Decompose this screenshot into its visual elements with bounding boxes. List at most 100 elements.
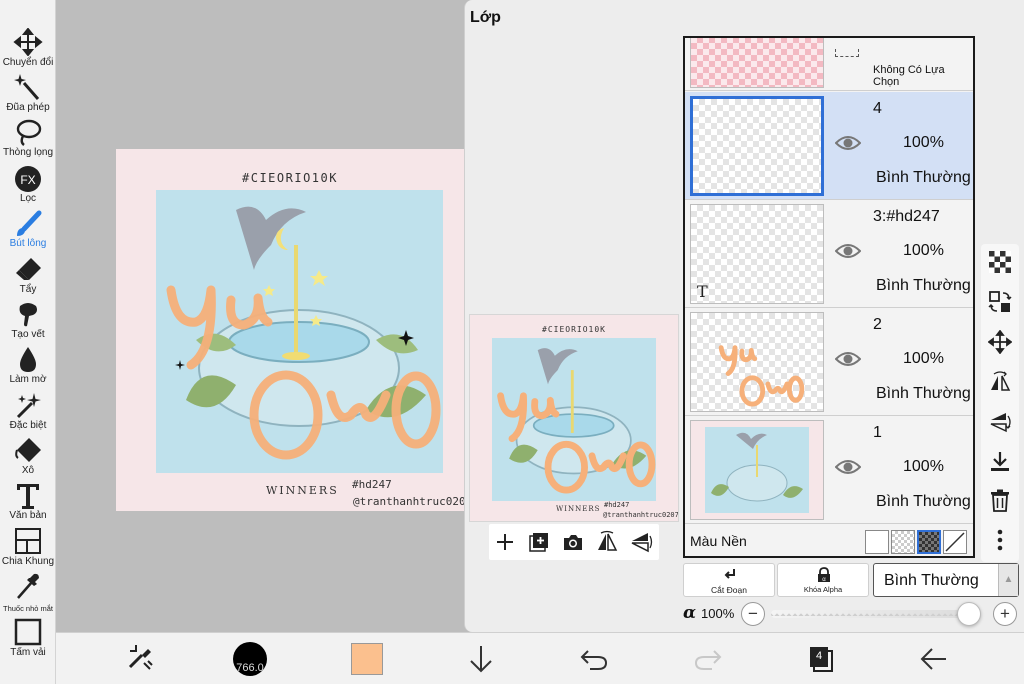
layer-blend-mode: Bình Thường [876, 385, 971, 402]
tool-label: Đũa phép [6, 102, 50, 113]
tool-frame-divider[interactable]: Chia Khung [0, 525, 56, 570]
preview-hashtag: #CIEORIO10K [542, 325, 606, 334]
layer-opacity: 100% [903, 242, 944, 259]
background-label: Màu Nền [690, 533, 747, 549]
layer-thumbnail [690, 38, 824, 88]
drawing-canvas[interactable]: #CIEORIO10K WINNERS #hd247 @tranthanhtru… [56, 0, 464, 632]
tool-smudge[interactable]: Tạo vết [0, 298, 56, 343]
clipping-button[interactable]: Cắt Đoạn [683, 563, 775, 597]
selection-status: Không Có Lựa Chọn [873, 64, 945, 88]
arrow-down-icon[interactable] [463, 641, 499, 677]
move-layer-icon[interactable] [988, 330, 1012, 354]
transform-select-icon[interactable] [122, 641, 158, 677]
opacity-minus-button[interactable]: − [741, 602, 765, 626]
layer-opacity: 100% [903, 134, 944, 151]
artwork-image: #CIEORIO10K WINNERS #hd247 @tranthanhtru… [116, 149, 464, 511]
eye-visibility-icon[interactable] [835, 350, 861, 368]
layer-thumbnail [690, 312, 824, 412]
alpha-lock-button[interactable]: α Khóa Alpha [777, 563, 869, 597]
tool-canvas[interactable]: Tấm vải [0, 616, 56, 661]
layer-count: 4 [815, 650, 823, 662]
tool-bucket[interactable]: Xô [0, 434, 56, 479]
tool-brush[interactable]: Bút lông [0, 207, 56, 252]
brush-size-button[interactable]: 766.0 [232, 641, 268, 677]
fx-filter-icon: FX [15, 166, 41, 192]
flip-layer-horizontal-icon[interactable] [988, 370, 1012, 394]
tool-transform[interactable]: Chuyển đổi [0, 26, 56, 71]
preview-graphic [497, 348, 656, 494]
tool-label: Chia Khung [1, 556, 55, 567]
layer-row-1[interactable]: 1 100% Bình Thường [685, 416, 973, 524]
opacity-slider-knob[interactable] [957, 602, 981, 626]
layer-preview: #CIEORIO10K WINNERS #hd247 @tranthanhtru… [469, 314, 679, 522]
magic-wand-icon [14, 74, 40, 100]
smudge-icon [19, 303, 37, 327]
bg-dark-checker-swatch[interactable] [917, 530, 941, 554]
slash-icon [945, 532, 965, 552]
tool-label: Thòng lọng [2, 147, 54, 158]
layer-row-2[interactable]: 2 100% Bình Thường [685, 308, 973, 416]
blend-mode-value: Bình Thường [884, 572, 979, 589]
tool-label: Thuốc nhỏ mắt [2, 604, 54, 613]
tool-eraser[interactable]: Tẩy [0, 253, 56, 298]
duplicate-layer-icon[interactable] [527, 530, 551, 554]
undo-icon[interactable] [576, 641, 612, 677]
swap-layers-icon[interactable] [988, 290, 1012, 314]
tool-blur[interactable]: Làm mờ [0, 343, 56, 388]
alpha-symbol: α [683, 603, 697, 623]
layer-opacity: 100% [903, 458, 944, 475]
layer-side-tools [981, 244, 1019, 562]
tool-label: Tẩy [19, 284, 37, 295]
tool-label: Lọc [19, 193, 37, 204]
tool-eyedropper[interactable]: Thuốc nhỏ mắt [0, 570, 56, 615]
back-arrow-icon[interactable] [916, 641, 952, 677]
text-layer-icon: T [697, 282, 708, 301]
blend-mode-select[interactable]: Bình Thường ▲ [873, 563, 1019, 597]
alpha-value: 100% [701, 606, 735, 621]
flip-vertical-icon[interactable] [629, 530, 653, 554]
bg-none-swatch[interactable] [943, 530, 967, 554]
bg-white-swatch[interactable] [865, 530, 889, 554]
eye-visibility-icon[interactable] [835, 134, 861, 152]
opacity-slider[interactable] [771, 610, 969, 618]
checker-transparency-icon[interactable] [988, 250, 1012, 274]
brush-icon [17, 210, 42, 236]
preview-winners-text: WINNERS [556, 505, 601, 513]
eye-visibility-icon[interactable] [835, 242, 861, 260]
layer-actions-bar [489, 524, 659, 560]
tool-sidebar: Chuyển đổi Đũa phép Thòng lọng FX Lọc Bú… [0, 0, 56, 684]
layers-button[interactable]: 4 [802, 641, 838, 677]
add-layer-icon[interactable] [493, 530, 517, 554]
trash-icon[interactable] [988, 488, 1012, 512]
tool-magic-wand[interactable]: Đũa phép [0, 71, 56, 116]
layer-row-4[interactable]: 4 100% Bình Thường [685, 92, 973, 200]
artwork-winners-text: WINNERS [266, 484, 339, 497]
tool-text[interactable]: Văn bản [0, 479, 56, 524]
blur-drop-icon [20, 347, 36, 372]
canvas-icon [14, 618, 42, 646]
clipping-arrow-icon [724, 569, 735, 579]
tool-label: Xô [21, 465, 35, 476]
redo-icon[interactable] [690, 641, 726, 677]
svg-text:α: α [822, 577, 826, 583]
flip-horizontal-icon[interactable] [595, 530, 619, 554]
merge-down-icon[interactable] [988, 450, 1012, 474]
svg-text:FX: FX [20, 173, 35, 187]
camera-icon[interactable] [561, 530, 585, 554]
selection-layer[interactable]: Không Có Lựa Chọn [685, 38, 973, 91]
tool-filter[interactable]: FX Lọc [0, 162, 56, 207]
flip-layer-vertical-icon[interactable] [988, 410, 1012, 434]
tool-special[interactable]: Đặc biệt [0, 389, 56, 434]
special-sparkle-icon [16, 393, 41, 419]
more-options-icon[interactable] [988, 528, 1012, 552]
eye-visibility-icon[interactable] [835, 458, 861, 476]
tool-lasso[interactable]: Thòng lọng [0, 116, 56, 161]
layer-name: 2 [873, 316, 882, 333]
opacity-plus-button[interactable]: + [993, 602, 1017, 626]
tool-label: Bút lông [9, 238, 47, 249]
bottom-toolbar: 766.0 4 [56, 632, 1024, 684]
bg-checker-swatch[interactable] [891, 530, 915, 554]
layer-row-3[interactable]: T 3:#hd247 100% Bình Thường [685, 200, 973, 308]
tool-label: Chuyển đổi [2, 57, 54, 68]
color-swatch-icon[interactable] [351, 643, 383, 675]
